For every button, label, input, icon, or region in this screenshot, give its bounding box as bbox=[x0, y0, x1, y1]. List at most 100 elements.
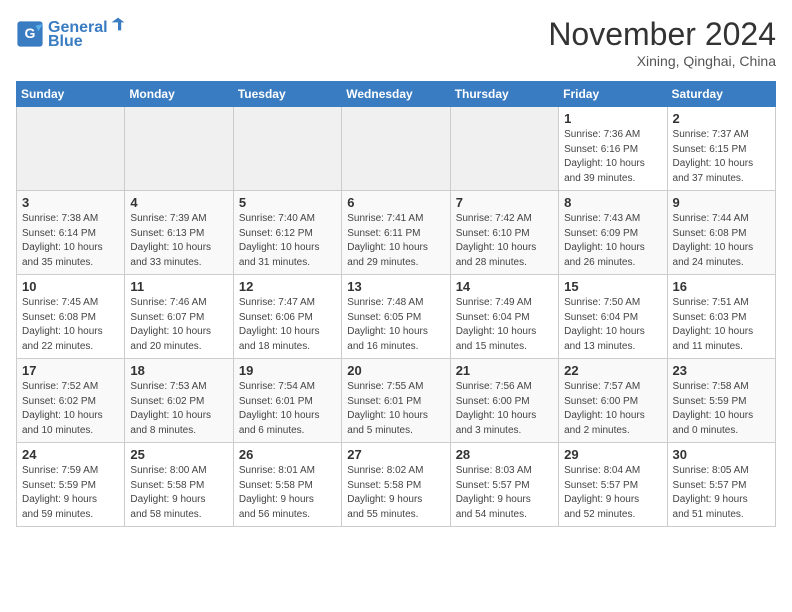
calendar-cell: 4 Sunrise: 7:39 AM Sunset: 6:13 PM Daylig… bbox=[125, 191, 233, 275]
day-info: Sunrise: 8:00 AM Sunset: 5:58 PM Dayligh… bbox=[130, 464, 227, 522]
weekday-header-row: SundayMondayTuesdayWednesdayThursdayFrid… bbox=[17, 82, 776, 107]
weekday-header-friday: Friday bbox=[559, 82, 667, 107]
calendar-cell: 10 Sunrise: 7:45 AM Sunset: 6:08 PM Dayli… bbox=[17, 275, 125, 359]
calendar-cell bbox=[233, 107, 341, 191]
calendar-week-row: 24 Sunrise: 7:59 AM Sunset: 5:59 PM Dayli… bbox=[17, 443, 776, 527]
day-info: Sunrise: 8:05 AM Sunset: 5:57 PM Dayligh… bbox=[673, 464, 770, 522]
calendar-cell bbox=[450, 107, 558, 191]
calendar-week-row: 10 Sunrise: 7:45 AM Sunset: 6:08 PM Dayli… bbox=[17, 275, 776, 359]
month-title: November 2024 bbox=[548, 16, 776, 53]
day-number: 4 bbox=[130, 195, 227, 210]
day-info: Sunrise: 8:01 AM Sunset: 5:58 PM Dayligh… bbox=[239, 464, 336, 522]
day-info: Sunrise: 7:55 AM Sunset: 6:01 PM Dayligh… bbox=[347, 380, 444, 438]
day-info: Sunrise: 7:54 AM Sunset: 6:01 PM Dayligh… bbox=[239, 380, 336, 438]
day-info: Sunrise: 7:41 AM Sunset: 6:11 PM Dayligh… bbox=[347, 212, 444, 270]
day-number: 28 bbox=[456, 447, 553, 462]
weekday-header-thursday: Thursday bbox=[450, 82, 558, 107]
calendar-cell: 28 Sunrise: 8:03 AM Sunset: 5:57 PM Dayli… bbox=[450, 443, 558, 527]
day-number: 30 bbox=[673, 447, 770, 462]
calendar-cell bbox=[125, 107, 233, 191]
day-number: 5 bbox=[239, 195, 336, 210]
day-number: 7 bbox=[456, 195, 553, 210]
calendar-cell: 12Sunrise: 7:47 AM Sunset: 6:06 PM Dayli… bbox=[233, 275, 341, 359]
calendar-cell: 14Sunrise: 7:49 AM Sunset: 6:04 PM Dayli… bbox=[450, 275, 558, 359]
day-info: Sunrise: 7:40 AM Sunset: 6:12 PM Dayligh… bbox=[239, 212, 336, 270]
day-info: Sunrise: 7:39 AM Sunset: 6:13 PM Dayligh… bbox=[130, 212, 227, 270]
calendar-cell: 6 Sunrise: 7:41 AM Sunset: 6:11 PM Daylig… bbox=[342, 191, 450, 275]
day-info: Sunrise: 7:45 AM Sunset: 6:08 PM Dayligh… bbox=[22, 296, 119, 354]
weekday-header-saturday: Saturday bbox=[667, 82, 775, 107]
day-number: 9 bbox=[673, 195, 770, 210]
title-block: November 2024 Xining, Qinghai, China bbox=[548, 16, 776, 69]
day-info: Sunrise: 7:59 AM Sunset: 5:59 PM Dayligh… bbox=[22, 464, 119, 522]
day-number: 23 bbox=[673, 363, 770, 378]
calendar-cell: 25 Sunrise: 8:00 AM Sunset: 5:58 PM Dayli… bbox=[125, 443, 233, 527]
day-number: 16 bbox=[673, 279, 770, 294]
day-info: Sunrise: 7:50 AM Sunset: 6:04 PM Dayligh… bbox=[564, 296, 661, 354]
logo: G General Blue bbox=[16, 16, 126, 51]
calendar-cell: 27 Sunrise: 8:02 AM Sunset: 5:58 PM Dayli… bbox=[342, 443, 450, 527]
weekday-header-wednesday: Wednesday bbox=[342, 82, 450, 107]
calendar-cell: 16Sunrise: 7:51 AM Sunset: 6:03 PM Dayli… bbox=[667, 275, 775, 359]
day-info: Sunrise: 7:48 AM Sunset: 6:05 PM Dayligh… bbox=[347, 296, 444, 354]
calendar-cell: 2 Sunrise: 7:37 AM Sunset: 6:15 PM Daylig… bbox=[667, 107, 775, 191]
calendar-cell: 17 Sunrise: 7:52 AM Sunset: 6:02 PM Dayli… bbox=[17, 359, 125, 443]
calendar-cell: 21Sunrise: 7:56 AM Sunset: 6:00 PM Dayli… bbox=[450, 359, 558, 443]
calendar-cell bbox=[342, 107, 450, 191]
day-number: 15 bbox=[564, 279, 661, 294]
calendar-week-row: 17 Sunrise: 7:52 AM Sunset: 6:02 PM Dayli… bbox=[17, 359, 776, 443]
day-info: Sunrise: 7:57 AM Sunset: 6:00 PM Dayligh… bbox=[564, 380, 661, 438]
calendar-table: SundayMondayTuesdayWednesdayThursdayFrid… bbox=[16, 81, 776, 527]
day-info: Sunrise: 7:52 AM Sunset: 6:02 PM Dayligh… bbox=[22, 380, 119, 438]
day-info: Sunrise: 7:46 AM Sunset: 6:07 PM Dayligh… bbox=[130, 296, 227, 354]
day-number: 20 bbox=[347, 363, 444, 378]
calendar-cell: 30 Sunrise: 8:05 AM Sunset: 5:57 PM Dayli… bbox=[667, 443, 775, 527]
calendar-cell bbox=[17, 107, 125, 191]
calendar-cell: 20 Sunrise: 7:55 AM Sunset: 6:01 PM Dayli… bbox=[342, 359, 450, 443]
calendar-cell: 3Sunrise: 7:38 AM Sunset: 6:14 PM Daylig… bbox=[17, 191, 125, 275]
day-info: Sunrise: 8:04 AM Sunset: 5:57 PM Dayligh… bbox=[564, 464, 661, 522]
day-number: 25 bbox=[130, 447, 227, 462]
day-number: 13 bbox=[347, 279, 444, 294]
calendar-cell: 23 Sunrise: 7:58 AM Sunset: 5:59 PM Dayli… bbox=[667, 359, 775, 443]
day-info: Sunrise: 8:02 AM Sunset: 5:58 PM Dayligh… bbox=[347, 464, 444, 522]
calendar-cell: 5 Sunrise: 7:40 AM Sunset: 6:12 PM Daylig… bbox=[233, 191, 341, 275]
day-number: 21 bbox=[456, 363, 553, 378]
calendar-cell: 18 Sunrise: 7:53 AM Sunset: 6:02 PM Dayli… bbox=[125, 359, 233, 443]
day-number: 24 bbox=[22, 447, 119, 462]
calendar-cell: 11 Sunrise: 7:46 AM Sunset: 6:07 PM Dayli… bbox=[125, 275, 233, 359]
calendar-cell: 19 Sunrise: 7:54 AM Sunset: 6:01 PM Dayli… bbox=[233, 359, 341, 443]
day-info: Sunrise: 7:44 AM Sunset: 6:08 PM Dayligh… bbox=[673, 212, 770, 270]
day-info: Sunrise: 8:03 AM Sunset: 5:57 PM Dayligh… bbox=[456, 464, 553, 522]
day-number: 1 bbox=[564, 111, 661, 126]
day-info: Sunrise: 7:49 AM Sunset: 6:04 PM Dayligh… bbox=[456, 296, 553, 354]
calendar-week-row: 1 Sunrise: 7:36 AM Sunset: 6:16 PM Daylig… bbox=[17, 107, 776, 191]
day-number: 27 bbox=[347, 447, 444, 462]
calendar-cell: 24 Sunrise: 7:59 AM Sunset: 5:59 PM Dayli… bbox=[17, 443, 125, 527]
svg-text:G: G bbox=[25, 25, 36, 41]
day-info: Sunrise: 7:38 AM Sunset: 6:14 PM Dayligh… bbox=[22, 212, 119, 270]
day-number: 29 bbox=[564, 447, 661, 462]
day-number: 18 bbox=[130, 363, 227, 378]
day-info: Sunrise: 7:37 AM Sunset: 6:15 PM Dayligh… bbox=[673, 128, 770, 186]
calendar-week-row: 3Sunrise: 7:38 AM Sunset: 6:14 PM Daylig… bbox=[17, 191, 776, 275]
calendar-cell: 26 Sunrise: 8:01 AM Sunset: 5:58 PM Dayli… bbox=[233, 443, 341, 527]
page-header: G General Blue November 2024 Xining, Qin… bbox=[16, 16, 776, 69]
day-info: Sunrise: 7:58 AM Sunset: 5:59 PM Dayligh… bbox=[673, 380, 770, 438]
day-number: 10 bbox=[22, 279, 119, 294]
day-number: 26 bbox=[239, 447, 336, 462]
calendar-cell: 9 Sunrise: 7:44 AM Sunset: 6:08 PM Daylig… bbox=[667, 191, 775, 275]
calendar-cell: 15 Sunrise: 7:50 AM Sunset: 6:04 PM Dayli… bbox=[559, 275, 667, 359]
day-number: 17 bbox=[22, 363, 119, 378]
weekday-header-sunday: Sunday bbox=[17, 82, 125, 107]
calendar-cell: 13 Sunrise: 7:48 AM Sunset: 6:05 PM Dayli… bbox=[342, 275, 450, 359]
calendar-cell: 22Sunrise: 7:57 AM Sunset: 6:00 PM Dayli… bbox=[559, 359, 667, 443]
day-number: 11 bbox=[130, 279, 227, 294]
day-number: 19 bbox=[239, 363, 336, 378]
day-number: 2 bbox=[673, 111, 770, 126]
day-info: Sunrise: 7:36 AM Sunset: 6:16 PM Dayligh… bbox=[564, 128, 661, 186]
day-info: Sunrise: 7:53 AM Sunset: 6:02 PM Dayligh… bbox=[130, 380, 227, 438]
day-info: Sunrise: 7:47 AM Sunset: 6:06 PM Dayligh… bbox=[239, 296, 336, 354]
location-subtitle: Xining, Qinghai, China bbox=[548, 53, 776, 69]
day-number: 6 bbox=[347, 195, 444, 210]
